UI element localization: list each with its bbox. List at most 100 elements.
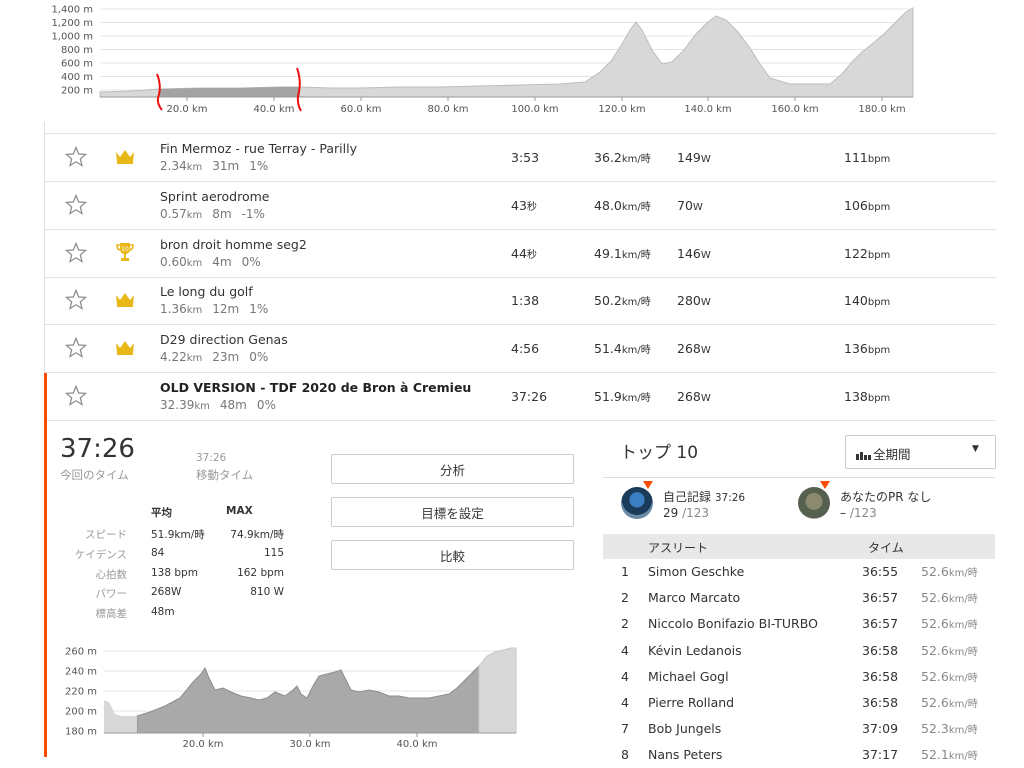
athlete-time: 37:17 xyxy=(862,747,899,763)
segment-name[interactable]: OLD VERSION - TDF 2020 de Bron à Cremieu xyxy=(160,380,471,395)
leaderboard-row[interactable]: 4 Michael Gogl 36:58 52.6km/時 xyxy=(603,664,995,690)
strava-badge-icon xyxy=(643,481,653,489)
trophy-icon: 10 xyxy=(114,241,136,261)
y-tick-label: 200 m xyxy=(65,707,97,718)
your-pr-value: なし xyxy=(907,490,932,504)
column-time[interactable]: タイム xyxy=(868,539,904,556)
analyze-button[interactable]: 分析 xyxy=(331,454,574,484)
segment-elevation-chart[interactable]: 260 m 240 m 220 m 200 m 180 m 20.0 km 30.0 km… xyxy=(55,640,525,750)
star-icon[interactable] xyxy=(64,384,88,408)
moving-time-value: 37:26 xyxy=(196,452,227,464)
segment-row[interactable]: 10 bron droit homme seg2 0.60km 4m 0% 44秒 49.1… xyxy=(44,230,996,278)
segment-distance: 32.39 xyxy=(160,398,195,412)
athlete-time: 36:57 xyxy=(862,590,899,606)
athlete-speed: 52.1 xyxy=(921,747,949,763)
segment-time: 37:26 xyxy=(511,389,548,404)
moving-time-label: 移動タイム xyxy=(196,468,254,482)
star-icon[interactable] xyxy=(64,241,88,265)
athlete-name[interactable]: Pierre Rolland xyxy=(648,695,734,710)
athlete-name[interactable]: Michael Gogl xyxy=(648,669,729,684)
segment-elevation: 8m xyxy=(212,206,232,221)
stat-label: ケイデンス xyxy=(74,548,127,561)
segment-power: 268 xyxy=(677,341,701,357)
my-record-time: 37:26 xyxy=(714,492,746,504)
leaderboard-row[interactable]: 7 Bob Jungels 37:09 52.3km/時 xyxy=(603,716,995,742)
segment-elevation: 23m xyxy=(212,350,240,365)
activity-elevation-chart[interactable]: 1,400 m 1,200 m 1,000 m 800 m 600 m 400 m 200 … xyxy=(0,0,1024,118)
y-tick-label: 600 m xyxy=(61,59,93,70)
y-tick-label: 400 m xyxy=(61,72,93,83)
period-dropdown[interactable]: 全期間 ▼ xyxy=(845,435,996,469)
segment-row[interactable]: OLD VERSION - TDF 2020 de Bron à Cremieu… xyxy=(44,373,996,421)
leaderboard-rank: 7 xyxy=(621,721,629,737)
segment-row[interactable]: Le long du golf 1.36km 12m 1% 1:38 50.2km/時 28… xyxy=(44,277,996,326)
star-icon[interactable] xyxy=(64,288,88,312)
athlete-name[interactable]: Bob Jungels xyxy=(648,721,721,736)
leaderboard-rank: 4 xyxy=(621,668,629,684)
strava-badge-icon xyxy=(820,481,830,489)
segment-name[interactable]: Le long du golf xyxy=(160,284,253,299)
leaderboard-row[interactable]: 2 Niccolo Bonifazio BI-TURBO 36:57 52.6km/時 xyxy=(603,611,995,637)
column-athlete[interactable]: アスリート xyxy=(648,539,708,556)
athlete-name[interactable]: Marco Marcato xyxy=(648,590,740,605)
segment-name[interactable]: bron droit homme seg2 xyxy=(160,237,307,252)
stat-label: 標高差 xyxy=(95,608,128,621)
leaderboard-row[interactable]: 4 Pierre Rolland 36:58 52.6km/時 xyxy=(603,690,995,716)
athlete-speed: 52.3 xyxy=(921,721,949,737)
post-segment-area xyxy=(478,647,517,734)
segment-distance: 2.34 xyxy=(160,159,187,173)
segment-elevation: 4m xyxy=(212,254,232,269)
x-tick-label: 20.0 km xyxy=(167,104,208,115)
y-tick-label: 220 m xyxy=(65,687,97,698)
leaderboard-row[interactable]: 8 Nans Peters 37:17 52.1km/時 xyxy=(603,742,995,768)
segment-row[interactable]: Fin Mermoz - rue Terray - Parilly 2.34km 3… xyxy=(44,134,996,182)
stat-avg: 138 bpm xyxy=(151,566,198,579)
pr-avatar[interactable] xyxy=(798,487,830,519)
segment-row[interactable]: D29 direction Genas 4.22km 23m 0% 4:56 51.4km… xyxy=(44,325,996,374)
my-avatar[interactable] xyxy=(621,487,653,519)
x-tick-label: 30.0 km xyxy=(290,739,331,750)
athlete-time: 36:58 xyxy=(862,695,899,710)
leaderboard-header: アスリート タイム xyxy=(603,534,995,559)
athlete-name[interactable]: Niccolo Bonifazio BI-TURBO xyxy=(648,616,818,631)
segment-distance: 0.57 xyxy=(160,206,187,221)
elapsed-time-label: 今回のタイム xyxy=(60,468,129,482)
segment-row[interactable]: Sprint aerodrome 0.57km 8m -1% 43秒 48.0km/時 70… xyxy=(44,182,996,230)
athlete-speed: 52.6 xyxy=(921,668,949,684)
segment-name[interactable]: D29 direction Genas xyxy=(160,332,288,347)
star-icon[interactable] xyxy=(64,145,88,169)
stat-avg: 268W xyxy=(151,586,182,599)
segment-power: 149 xyxy=(677,150,701,165)
star-icon[interactable] xyxy=(64,193,88,217)
crown-icon xyxy=(114,147,136,167)
my-record-rank: 29 xyxy=(663,506,679,520)
segment-name[interactable]: Fin Mermoz - rue Terray - Parilly xyxy=(160,141,357,156)
athlete-speed: 52.6 xyxy=(921,590,949,606)
athlete-speed: 52.6 xyxy=(921,642,949,658)
segment-name[interactable]: Sprint aerodrome xyxy=(160,189,269,204)
y-tick-label: 240 m xyxy=(65,667,97,678)
segment-grade: 0% xyxy=(249,350,269,365)
your-pr-rank: – xyxy=(840,506,846,520)
athlete-time: 36:58 xyxy=(862,642,899,658)
star-icon[interactable] xyxy=(64,336,88,360)
segment-grade: 1% xyxy=(249,302,269,317)
athlete-name[interactable]: Kévin Ledanois xyxy=(648,643,742,658)
athlete-name[interactable]: Nans Peters xyxy=(648,747,722,762)
segment-heart-rate: 136 xyxy=(844,341,868,357)
segment-speed: 51.4 xyxy=(594,341,622,357)
segment-heart-rate: 122 xyxy=(844,245,868,261)
leaderboard-row[interactable]: 2 Marco Marcato 36:57 52.6km/時 xyxy=(603,585,995,611)
leaderboard-row[interactable]: 1 Simon Geschke 36:55 52.6km/時 xyxy=(603,559,995,585)
y-tick-label: 180 m xyxy=(65,727,97,738)
your-pr-label: あなたのPR xyxy=(840,490,904,504)
segment-elevation: 12m xyxy=(212,302,240,317)
my-record-total: /123 xyxy=(682,506,710,520)
x-tick-label: 140.0 km xyxy=(684,104,731,115)
compare-button[interactable]: 比較 xyxy=(331,540,574,570)
athlete-name[interactable]: Simon Geschke xyxy=(648,564,744,579)
leaderboard-row[interactable]: 4 Kévin Ledanois 36:58 52.6km/時 xyxy=(603,638,995,664)
set-goal-button[interactable]: 目標を設定 xyxy=(331,497,574,527)
stats-header-max: MAX xyxy=(226,505,253,517)
leaderboard-title: トップ 10 xyxy=(620,443,699,463)
